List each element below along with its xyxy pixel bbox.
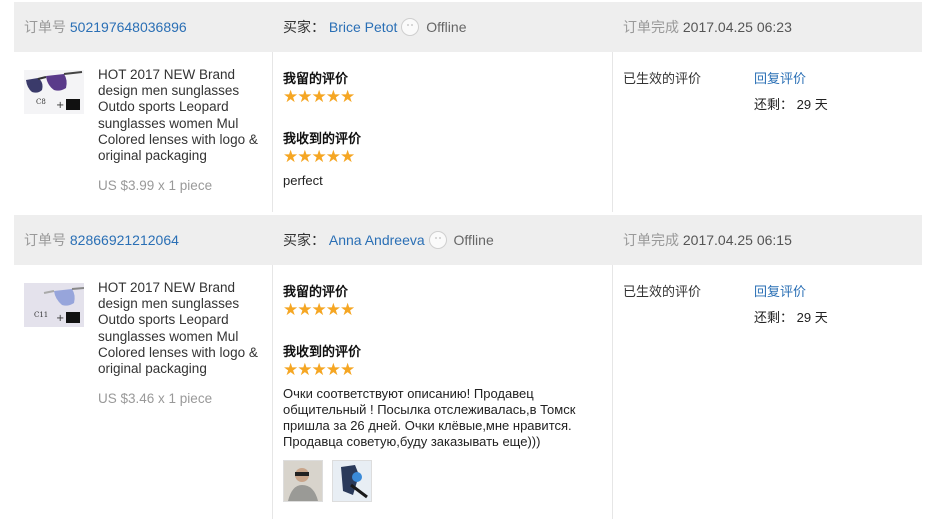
thumb-label: C8 <box>36 98 46 106</box>
my-rating-stars: ★★★★★ <box>283 300 355 319</box>
order-header: 订单号 82866921212064 买家： Anna Andreeva Off… <box>14 215 922 265</box>
buyer-name-link[interactable]: Brice Petot <box>329 19 397 35</box>
product-title-link[interactable]: HOT 2017 NEW Brand design men sunglasses… <box>98 67 270 164</box>
remaining-label: 还剩： <box>754 97 794 112</box>
order-card: 订单号 502197648036896 买家： Brice Petot Offl… <box>14 2 922 212</box>
column-divider <box>272 265 273 519</box>
feedback-photo[interactable] <box>332 460 372 502</box>
buyer-label: 买家： <box>283 19 325 35</box>
order-number: 订单号 502197648036896 <box>24 2 187 52</box>
feedback-text: Очки соответствуют описанию! Продавец об… <box>283 386 576 449</box>
my-review-heading: 我留的评价 <box>283 284 349 299</box>
buyer-info: 买家： Anna Andreeva Offline <box>283 215 494 265</box>
reply-review-link[interactable]: 回复评价 <box>754 284 806 299</box>
product-thumbnail[interactable]: C11 + <box>24 283 84 327</box>
buyer-label: 买家： <box>283 232 325 248</box>
order-header: 订单号 502197648036896 买家： Brice Petot Offl… <box>14 2 922 52</box>
offline-status-text: Offline <box>426 19 467 35</box>
svg-text:+: + <box>56 313 64 324</box>
order-card: 订单号 82866921212064 买家： Anna Andreeva Off… <box>14 215 922 519</box>
remaining-days: 29 <box>796 97 812 112</box>
days-remaining: 还剩： 29 天 <box>754 307 828 326</box>
order-number-label: 订单号 <box>24 19 66 35</box>
remaining-label: 还剩： <box>754 310 794 325</box>
order-body: C11 + HOT 2017 NEW Brand design men sung… <box>14 265 922 519</box>
my-review-heading: 我留的评价 <box>283 71 349 86</box>
buyer-name-link[interactable]: Anna Andreeva <box>329 232 425 248</box>
days-remaining: 还剩： 29 天 <box>754 94 828 113</box>
review-section: 我留的评价 ★★★★★ 我收到的评价 ★★★★★ Очки соответств… <box>283 265 613 519</box>
offline-status-text: Offline <box>453 232 494 248</box>
completed-time: 订单完成 2017.04.25 06:23 <box>623 2 792 52</box>
completed-timestamp: 2017.04.25 06:23 <box>682 19 792 35</box>
my-rating-stars: ★★★★★ <box>283 87 355 106</box>
completed-label: 订单完成 <box>623 232 679 248</box>
reply-review-link[interactable]: 回复评价 <box>754 71 806 86</box>
column-divider <box>272 52 273 212</box>
product-price: US $3.46 x 1 piece <box>98 391 213 406</box>
thumb-label: C11 <box>34 311 48 319</box>
offline-status-icon <box>428 231 447 249</box>
completed-timestamp: 2017.04.25 06:15 <box>682 232 792 248</box>
order-number-link[interactable]: 82866921212064 <box>70 232 179 248</box>
remaining-unit: 天 <box>814 97 828 112</box>
review-status: 已生效的评价 <box>623 284 702 299</box>
received-review-heading: 我收到的评价 <box>283 344 362 359</box>
order-number: 订单号 82866921212064 <box>24 215 179 265</box>
received-rating-stars: ★★★★★ <box>283 360 355 379</box>
remaining-days: 29 <box>796 310 812 325</box>
buyer-info: 买家： Brice Petot Offline <box>283 2 466 52</box>
order-number-label: 订单号 <box>24 232 66 248</box>
offline-status-icon <box>401 18 420 36</box>
review-status: 已生效的评价 <box>623 71 702 86</box>
received-review-heading: 我收到的评价 <box>283 131 362 146</box>
feedback-text: perfect <box>283 173 323 188</box>
order-body: C8 + HOT 2017 NEW Brand design men sungl… <box>14 52 922 212</box>
feedback-photo[interactable] <box>283 460 323 502</box>
completed-label: 订单完成 <box>623 19 679 35</box>
completed-time: 订单完成 2017.04.25 06:15 <box>623 215 792 265</box>
product-thumbnail[interactable]: C8 + <box>24 70 84 114</box>
svg-text:+: + <box>56 100 64 111</box>
review-section: 我留的评价 ★★★★★ 我收到的评价 ★★★★★ perfect <box>283 52 613 212</box>
remaining-unit: 天 <box>814 310 828 325</box>
product-price: US $3.99 x 1 piece <box>98 178 213 193</box>
order-number-link[interactable]: 502197648036896 <box>70 19 187 35</box>
product-title-link[interactable]: HOT 2017 NEW Brand design men sunglasses… <box>98 280 270 377</box>
received-rating-stars: ★★★★★ <box>283 147 355 166</box>
